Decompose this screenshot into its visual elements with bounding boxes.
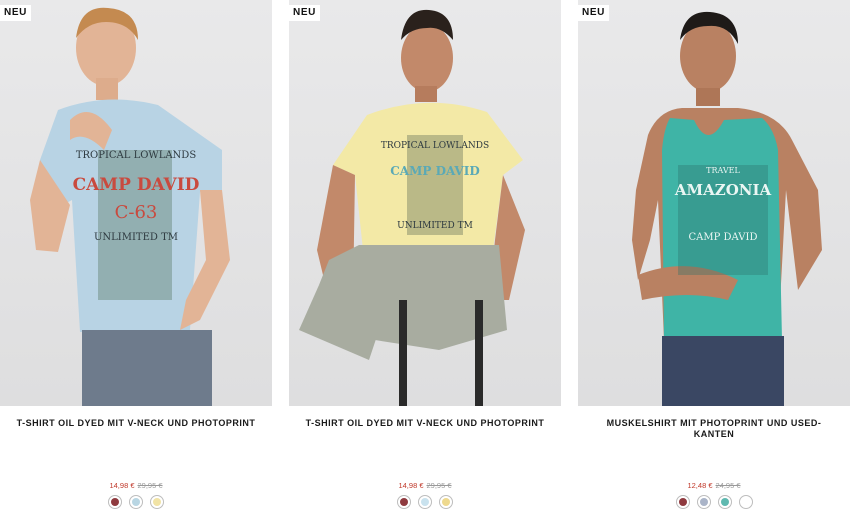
model-photo: TROPICAL LOWLANDS CAMP DAVID UNLIMITED T… [299,9,525,406]
print-text: TRAVEL [706,166,740,175]
product-image[interactable]: TROPICAL LOWLANDS CAMP DAVID C-63 UNLIMI… [0,0,272,406]
color-swatch-2[interactable] [150,495,164,509]
sale-price: 14,98 € [109,481,135,490]
color-swatch-1[interactable] [696,495,711,509]
print-text: CAMP DAVID [73,175,200,195]
product-price: 12,48 €24,95 € [578,481,850,490]
print-text: UNLIMITED TM [397,221,473,231]
product-price: 14,98 €29,95 € [289,481,561,490]
color-swatch-2[interactable] [717,495,732,509]
print-text: CAMP DAVID [689,232,758,243]
product-title[interactable]: T-SHIRT OIL DYED MIT V-NECK UND PHOTOPRI… [10,418,262,429]
print-text: CAMP DAVID [390,164,480,178]
product-title[interactable]: T-SHIRT OIL DYED MIT V-NECK UND PHOTOPRI… [299,418,551,429]
product-card[interactable]: TROPICAL LOWLANDS CAMP DAVID UNLIMITED T… [289,0,561,513]
color-swatch-0[interactable] [397,495,411,509]
sale-price: 14,98 € [398,481,424,490]
product-card[interactable]: TROPICAL LOWLANDS CAMP DAVID C-63 UNLIMI… [0,0,272,513]
color-swatches [289,495,561,509]
print-text: AMAZONIA [674,181,772,199]
color-swatch-2[interactable] [439,495,453,509]
original-price: 29,95 € [426,481,452,490]
color-swatch-3[interactable] [738,495,753,509]
sale-price: 12,48 € [687,481,713,490]
product-title[interactable]: MUSKELSHIRT MIT PHOTOPRINT UND USED-KANT… [588,418,840,440]
product-image[interactable]: TROPICAL LOWLANDS CAMP DAVID UNLIMITED T… [289,0,561,406]
print-text: UNLIMITED TM [94,232,178,243]
new-badge: NEU [0,5,31,21]
model-photo: TROPICAL LOWLANDS CAMP DAVID C-63 UNLIMI… [30,7,230,406]
color-swatch-1[interactable] [129,495,143,509]
print-text: TROPICAL LOWLANDS [381,141,489,151]
product-card[interactable]: TRAVEL AMAZONIA CAMP DAVID NEU MUSKELSHI… [578,0,850,513]
model-photo: TRAVEL AMAZONIA CAMP DAVID [632,11,822,406]
color-swatch-0[interactable] [675,495,690,509]
product-image[interactable]: TRAVEL AMAZONIA CAMP DAVID NEU [578,0,850,406]
color-swatches [578,495,850,509]
new-badge: NEU [578,5,609,21]
product-grid: TROPICAL LOWLANDS CAMP DAVID C-63 UNLIMI… [0,0,850,513]
product-price: 14,98 €29,95 € [0,481,272,490]
new-badge: NEU [289,5,320,21]
color-swatch-0[interactable] [108,495,122,509]
print-text: TROPICAL LOWLANDS [76,150,197,161]
color-swatch-1[interactable] [418,495,432,509]
color-swatches [0,495,272,509]
original-price: 24,95 € [715,481,741,490]
original-price: 29,95 € [137,481,163,490]
print-text: C-63 [115,202,158,223]
